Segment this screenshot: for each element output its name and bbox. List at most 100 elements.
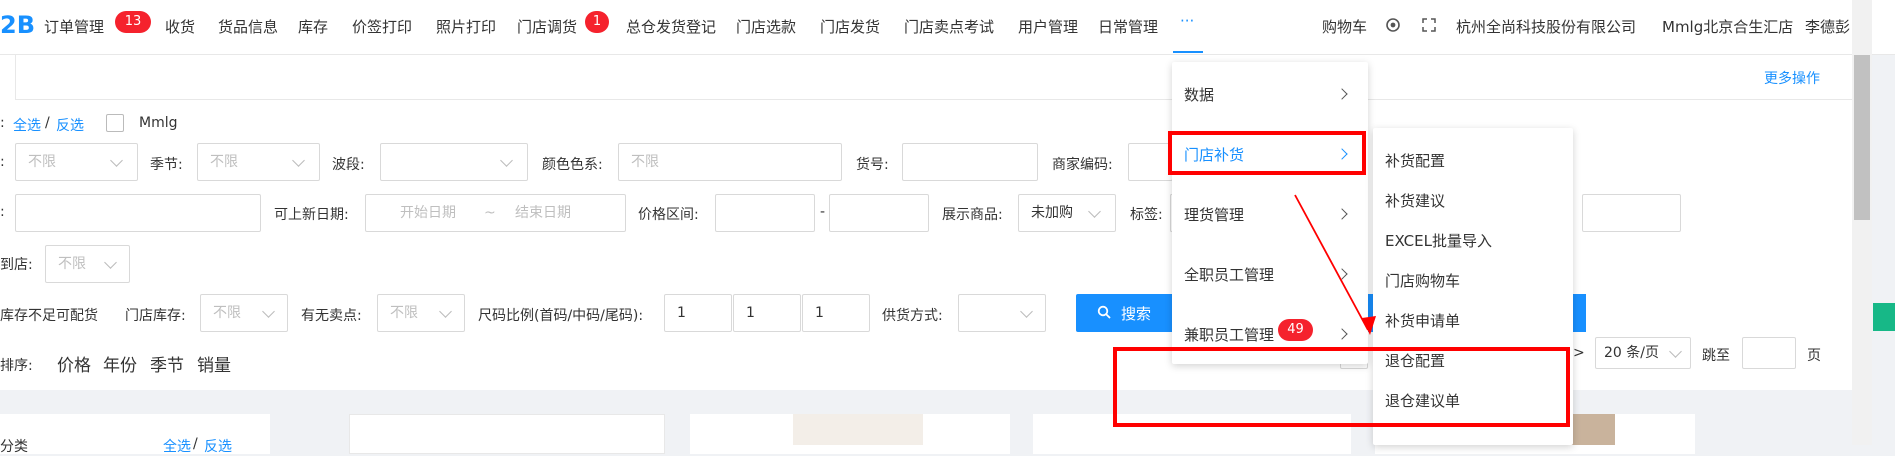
- chevron-down-icon: [104, 256, 117, 269]
- menu-item-parttime-staff-label: 兼职员工管理: [1184, 326, 1275, 344]
- arrive-store-select[interactable]: 不限: [45, 245, 130, 283]
- nav-item-store-selection[interactable]: 门店选款: [736, 16, 796, 37]
- page-size-value: 20 条/页: [1604, 345, 1659, 361]
- size-first-input[interactable]: 1: [664, 294, 732, 332]
- product-card[interactable]: [349, 414, 665, 454]
- nav-item-inventory[interactable]: 库存: [298, 16, 328, 37]
- nav-store-name[interactable]: Mmlg北京合生汇店: [1662, 16, 1793, 37]
- year-select-value: 不限: [28, 154, 56, 170]
- store-stock-label: 门店库存:: [125, 308, 186, 324]
- submenu-replenishment-request[interactable]: 补货申请单: [1373, 310, 1573, 330]
- orders-badge: 13: [115, 11, 151, 33]
- color-input[interactable]: 不限: [618, 143, 842, 181]
- size-first-value: 1: [677, 305, 686, 321]
- nav-item-price-tag-print[interactable]: 价签打印: [352, 16, 412, 37]
- brand-mmlg-label: Mmlg: [139, 115, 178, 131]
- brand-select-all-link[interactable]: 全选: [13, 115, 41, 135]
- size-ratio-label: 尺码比例(首码/中码/尾码):: [478, 308, 644, 324]
- new-date-range-picker[interactable]: 开始日期 ~ 结束日期: [365, 194, 626, 232]
- size-middle-value: 1: [746, 305, 755, 321]
- submenu-store-cart[interactable]: 门店购物车: [1373, 270, 1573, 290]
- sort-label: 排序:: [0, 358, 33, 374]
- submenu-replenishment-request-label: 补货申请单: [1385, 312, 1461, 330]
- submenu-replenishment-suggestion-label: 补货建议: [1385, 192, 1446, 210]
- highlight-box-return-items: [1113, 347, 1570, 427]
- row3-text-input[interactable]: [15, 194, 261, 232]
- side-float-tab[interactable]: [1873, 303, 1895, 331]
- sort-by-price[interactable]: 价格: [57, 351, 91, 376]
- sort-by-season[interactable]: 季节: [150, 351, 184, 376]
- nav-item-orders[interactable]: 订单管理: [44, 16, 104, 37]
- sku-label: 货号:: [856, 157, 889, 173]
- category-select-all-link[interactable]: 全选: [163, 436, 191, 456]
- nav-item-user-management[interactable]: 用户管理: [1018, 16, 1078, 37]
- nav-item-daily-management[interactable]: 日常管理: [1098, 16, 1158, 37]
- nav-company-name[interactable]: 杭州全尚科技股份有限公司: [1456, 16, 1636, 37]
- submenu-replenishment-config[interactable]: 补货配置: [1373, 150, 1573, 170]
- nav-active-underline: [1173, 51, 1203, 53]
- pager-next-button[interactable]: >: [1573, 345, 1585, 361]
- merchant-code-label: 商家编码:: [1052, 157, 1113, 173]
- nav-item-warehouse-shipping[interactable]: 总仓发货登记: [626, 16, 716, 37]
- selling-point-select[interactable]: 不限: [377, 294, 465, 332]
- row2-label-colon: :: [0, 154, 5, 170]
- chevron-down-icon: [1020, 305, 1033, 318]
- nav-item-selling-point-exam[interactable]: 门店卖点考试: [904, 16, 994, 37]
- season-label: 季节:: [150, 157, 183, 173]
- stock-lack-label: 库存不足可配货: [0, 308, 98, 324]
- menu-item-stock-management-label: 理货管理: [1184, 206, 1245, 224]
- nav-cart[interactable]: 购物车: [1322, 16, 1367, 37]
- menu-item-fulltime-staff-label: 全职员工管理: [1184, 266, 1275, 284]
- sku-input[interactable]: [902, 143, 1038, 181]
- chevron-down-icon: [110, 154, 123, 167]
- brand-invert-link[interactable]: 反选: [56, 115, 84, 135]
- price-max-input[interactable]: [829, 194, 929, 232]
- supply-method-select[interactable]: [958, 294, 1046, 332]
- category-invert-link[interactable]: 反选: [204, 436, 232, 456]
- store-stock-value: 不限: [213, 305, 241, 321]
- store-stock-select[interactable]: 不限: [200, 294, 288, 332]
- nav-item-receiving[interactable]: 收货: [165, 16, 195, 37]
- extra-filter-input[interactable]: [1582, 194, 1681, 232]
- nav-item-store-shipping[interactable]: 门店发货: [820, 16, 880, 37]
- sort-by-sales[interactable]: 销量: [197, 351, 231, 376]
- submenu-replenishment-suggestion[interactable]: 补货建议: [1373, 190, 1573, 210]
- sort-by-year[interactable]: 年份: [103, 351, 137, 376]
- price-min-input[interactable]: [715, 194, 815, 232]
- brand-mmlg-checkbox[interactable]: [106, 114, 124, 132]
- season-select[interactable]: 不限: [197, 143, 320, 181]
- fullscreen-icon[interactable]: [1422, 18, 1436, 32]
- page-size-select[interactable]: 20 条/页: [1595, 337, 1691, 369]
- submenu-excel-import-label: EXCEL批量导入: [1385, 232, 1492, 250]
- scrollbar-thumb[interactable]: [1854, 55, 1870, 220]
- end-date-placeholder: 结束日期: [515, 205, 571, 221]
- nav-item-photo-print[interactable]: 照片打印: [436, 16, 496, 37]
- band-select[interactable]: [380, 143, 528, 181]
- date-tilde: ~: [484, 205, 496, 221]
- submenu-excel-import[interactable]: EXCEL批量导入: [1373, 230, 1573, 250]
- nav-more-button[interactable]: ···: [1180, 12, 1194, 30]
- start-date-placeholder: 开始日期: [400, 205, 456, 221]
- jump-page-input[interactable]: [1742, 337, 1796, 369]
- search-button-label: 搜索: [1121, 305, 1152, 323]
- year-select[interactable]: 不限: [15, 143, 138, 181]
- submenu-store-cart-label: 门店购物车: [1385, 272, 1461, 290]
- size-last-input[interactable]: 1: [802, 294, 870, 332]
- price-range-label: 价格区间:: [638, 207, 699, 223]
- transfer-badge: 1: [585, 11, 609, 33]
- merchant-code-input[interactable]: [1128, 143, 1173, 181]
- size-middle-input[interactable]: 1: [733, 294, 801, 332]
- tag-label: 标签:: [1130, 207, 1163, 223]
- menu-item-data[interactable]: 数据: [1172, 84, 1368, 104]
- nav-item-goods-info[interactable]: 货品信息: [218, 16, 278, 37]
- more-operations-link[interactable]: 更多操作: [1764, 68, 1820, 88]
- nav-username[interactable]: 李德彭: [1805, 16, 1850, 37]
- search-icon: [1097, 305, 1111, 319]
- search-button[interactable]: 搜索: [1076, 294, 1176, 332]
- brand-slash: /: [45, 115, 50, 131]
- chevron-down-icon: [1669, 345, 1682, 358]
- chrome-icon[interactable]: [1386, 18, 1400, 32]
- color-label: 颜色色系:: [542, 157, 603, 173]
- nav-item-store-transfer[interactable]: 门店调货: [517, 16, 577, 37]
- display-goods-select[interactable]: 未加购: [1018, 194, 1116, 232]
